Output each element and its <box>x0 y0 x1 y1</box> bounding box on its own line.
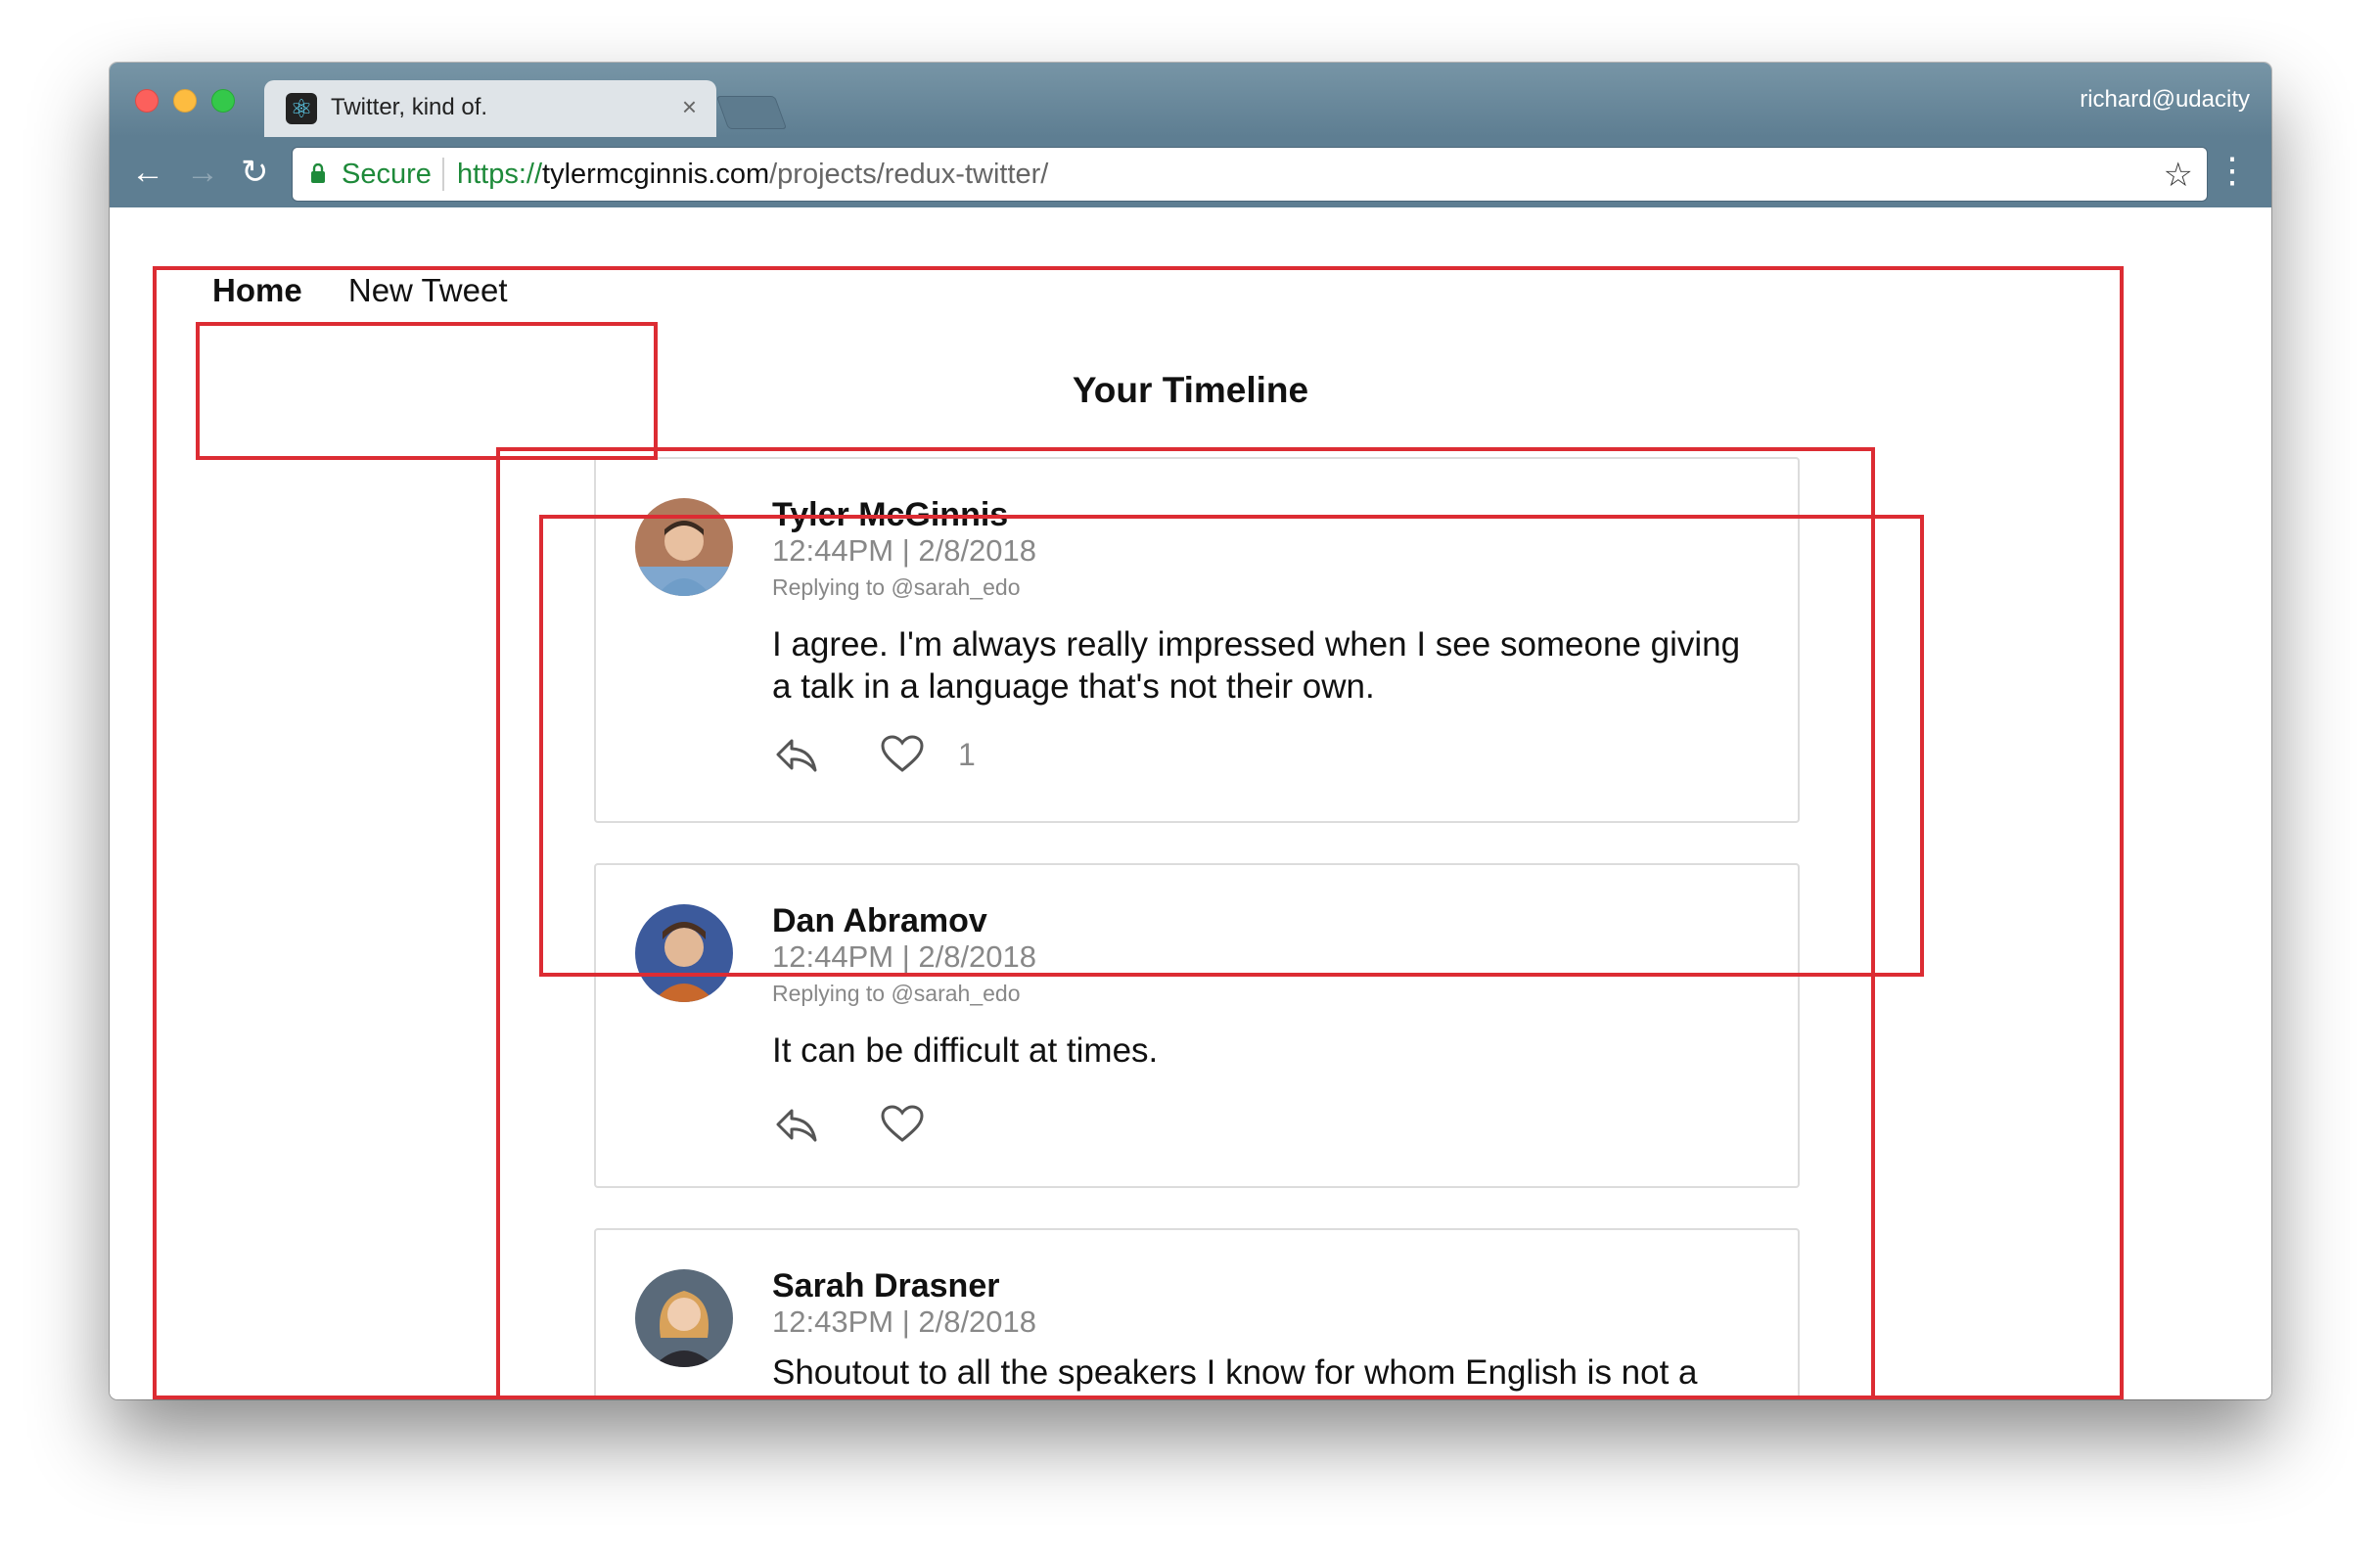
minimize-window-button[interactable] <box>173 89 197 113</box>
new-tab-button[interactable] <box>715 96 788 129</box>
lock-icon <box>311 163 325 183</box>
bookmark-star-icon[interactable]: ☆ <box>2164 156 2193 195</box>
close-window-button[interactable] <box>135 89 159 113</box>
browser-toolbar: ← → ↻ Secure https://tylermcginnis.com/p… <box>110 137 2271 207</box>
annotation-box-tweet <box>539 515 1924 977</box>
back-arrow-icon[interactable]: ← <box>131 153 164 192</box>
forward-arrow-icon[interactable]: → <box>186 153 219 192</box>
profile-name[interactable]: richard@udacity <box>2080 86 2250 114</box>
tab-close-icon[interactable]: × <box>682 92 697 122</box>
page-content: Home New Tweet Your Timeline Tyler McGin… <box>110 207 2271 1399</box>
reload-icon[interactable]: ↻ <box>241 153 269 192</box>
react-icon: ⚛ <box>286 93 317 124</box>
maximize-window-button[interactable] <box>211 89 235 113</box>
address-separator <box>442 158 444 191</box>
tab-title: Twitter, kind of. <box>331 94 488 120</box>
url-text[interactable]: https://tylermcginnis.com/projects/redux… <box>457 159 1048 191</box>
browser-menu-icon[interactable]: ⋮ <box>2215 149 2250 192</box>
url-path: /projects/redux-twitter/ <box>769 159 1049 190</box>
annotation-box-nav <box>196 322 658 460</box>
browser-tab[interactable]: ⚛ Twitter, kind of. × <box>264 80 716 137</box>
title-bar: ⚛ Twitter, kind of. × richard@udacity <box>110 63 2271 137</box>
url-host: tylermcginnis.com <box>542 159 770 190</box>
url-scheme: https:// <box>457 159 543 190</box>
browser-window: ⚛ Twitter, kind of. × richard@udacity ← … <box>110 63 2271 1399</box>
secure-label: Secure <box>342 159 432 190</box>
address-bar[interactable]: Secure https://tylermcginnis.com/project… <box>292 147 2208 202</box>
